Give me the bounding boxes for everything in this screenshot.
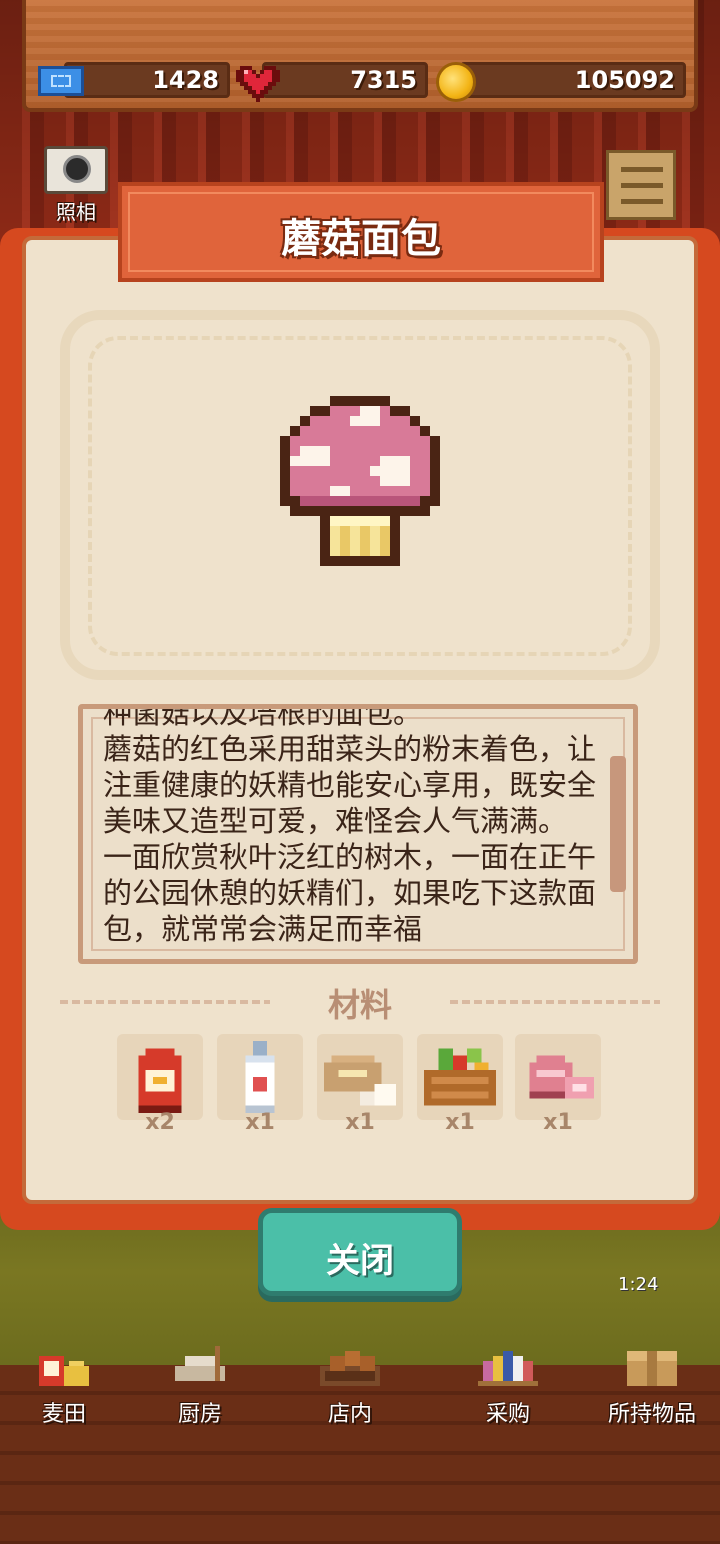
meat-icon	[529, 1055, 594, 1099]
shop-icon	[320, 1351, 380, 1386]
nav-shop[interactable]: 店内	[290, 1340, 410, 1430]
nav-label: 麦田	[41, 1402, 86, 1427]
nav-wheat-field[interactable]: 麦田	[4, 1340, 124, 1430]
bread-and-eggs-icon	[324, 1055, 396, 1106]
nav-purchase[interactable]: 采购	[448, 1340, 568, 1430]
material-slot-milk[interactable]	[217, 1034, 303, 1120]
milk-bottle-icon	[245, 1041, 275, 1113]
nav-kitchen[interactable]: 厨房	[140, 1340, 260, 1430]
material-count: x1	[345, 1110, 375, 1135]
title-ribbon: 蘑菇面包	[118, 182, 604, 292]
material-count: x1	[543, 1110, 573, 1135]
material-count: x2	[145, 1110, 175, 1135]
nav-label: 厨房	[177, 1402, 222, 1427]
description-scrollbar[interactable]	[610, 756, 626, 892]
inventory-box-icon	[627, 1351, 677, 1386]
recipe-description: 种菌菇以及培根的面包。 蘑菇的红色采用甜菜头的粉末着色，让注重健康的妖精也能安心…	[103, 704, 597, 946]
nav-label: 采购	[485, 1402, 530, 1427]
hearts-counter: 7315	[262, 62, 428, 98]
menu-board-icon[interactable]	[606, 150, 676, 220]
material-slot-vegetables[interactable]	[417, 1034, 503, 1120]
camera-icon	[63, 155, 91, 183]
wheat-field-icon	[39, 1356, 89, 1386]
heart-icon	[236, 66, 280, 102]
camera-button[interactable]	[44, 146, 108, 194]
description-panel[interactable]: 种菌菇以及培根的面包。 蘑菇的红色采用甜菜头的粉末着色，让注重健康的妖精也能安心…	[78, 704, 638, 964]
materials-title: 材料	[327, 986, 392, 1024]
coin-icon	[436, 62, 476, 102]
material-slot-meat[interactable]	[515, 1034, 601, 1120]
material-count: x1	[245, 1110, 275, 1135]
mushroom-bread-icon	[280, 396, 440, 566]
material-slot-flour[interactable]	[117, 1034, 203, 1120]
nav-label: 店内	[327, 1402, 372, 1427]
kitchen-icon	[175, 1346, 225, 1381]
ticket-icon	[38, 66, 84, 96]
close-button[interactable]: 关闭	[258, 1208, 462, 1296]
purchase-icon	[478, 1351, 538, 1386]
vegetable-basket-icon	[424, 1048, 496, 1106]
coins-counter: 105092	[460, 62, 686, 98]
close-button-label: 关闭	[326, 1241, 394, 1281]
recipe-title: 蘑菇面包	[281, 216, 441, 262]
camera-label: 照相	[56, 200, 96, 224]
material-count: x1	[445, 1110, 475, 1135]
tickets-counter: 1428	[64, 62, 230, 98]
material-slot-bread[interactable]	[317, 1034, 403, 1120]
nav-inventory[interactable]: 所持物品	[592, 1340, 712, 1430]
nav-label: 所持物品	[607, 1402, 696, 1427]
flour-bag-icon	[138, 1048, 182, 1113]
materials-header: 材料	[60, 980, 660, 1024]
timer: 1:24	[618, 1274, 659, 1295]
